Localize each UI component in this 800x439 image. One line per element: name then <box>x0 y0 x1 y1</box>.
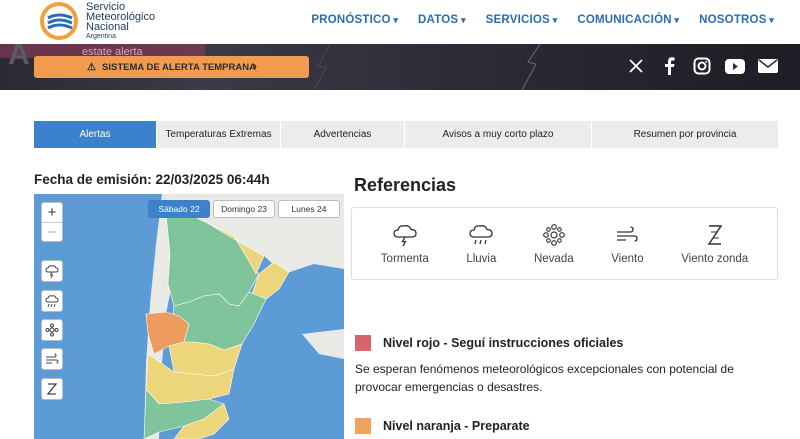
nav-pronostico[interactable]: PRONÓSTICO <box>311 14 398 26</box>
chevron-right-icon: › <box>253 59 257 73</box>
tab-advertencias[interactable]: Advertencias <box>281 121 405 148</box>
ref-lluvia-label: Lluvia <box>466 252 497 265</box>
viento-zonda-filter-icon[interactable] <box>41 378 63 400</box>
ref-viento-zonda: Viento zonda <box>681 223 748 265</box>
level-red-desc: Se esperan fenómenos meteorológicos exce… <box>355 362 734 394</box>
logo-text[interactable]: Servicio Meteorológico Nacional Argentin… <box>86 2 155 41</box>
level-red: Nivel rojo - Seguí instrucciones oficial… <box>355 335 623 351</box>
storm-icon <box>393 224 417 246</box>
ref-viento-zonda-label: Viento zonda <box>681 252 749 265</box>
snow-icon <box>542 223 565 246</box>
tab-avisos-corto-plazo[interactable]: Avisos a muy corto plazo <box>405 121 592 148</box>
day-domingo-button[interactable]: Domingo 23 <box>213 200 275 218</box>
zoom-in-button[interactable]: + <box>42 203 62 222</box>
day-lunes-button[interactable]: Lunes 24 <box>278 200 340 218</box>
ref-viento: Viento <box>611 223 644 265</box>
main-nav: PRONÓSTICO DATOS SERVICIOS COMUNICACIÓN … <box>311 14 774 26</box>
tab-resumen-provincia[interactable]: Resumen por provincia <box>592 121 778 148</box>
level-orange-title: Nivel naranja - Preparate <box>383 419 530 433</box>
early-warning-button[interactable]: ⚠ SISTEMA DE ALERTA TEMPRANA › <box>34 56 309 78</box>
ref-viento-label: Viento <box>611 252 644 265</box>
smn-logo[interactable] <box>40 2 80 40</box>
ref-tormenta-label: Tormenta <box>380 252 429 265</box>
ref-nevada: Nevada <box>534 223 574 265</box>
level-red-title: Nivel rojo - Seguí instrucciones oficial… <box>383 336 624 350</box>
alert-map[interactable]: + − Sábado 22 Domingo 23 Lunes 24 <box>34 194 344 439</box>
instagram-icon[interactable] <box>692 56 712 76</box>
nav-nosotros[interactable]: NOSOTROS <box>699 14 774 26</box>
hero-banner: A estate alerta ⚠ SISTEMA DE ALERTA TEMP… <box>0 44 800 90</box>
logo-line-3: Nacional <box>86 21 129 33</box>
nevada-filter-icon[interactable] <box>41 319 63 341</box>
level-orange: Nivel naranja - Preparate <box>355 418 530 434</box>
day-selector: Sábado 22 Domingo 23 Lunes 24 <box>148 200 340 218</box>
rain-icon <box>469 224 494 244</box>
nav-comunicacion[interactable]: COMUNICACIÓN <box>577 14 679 26</box>
nav-datos[interactable]: DATOS <box>418 14 466 26</box>
youtube-icon[interactable] <box>725 56 745 76</box>
ref-lluvia: Lluvia <box>466 223 496 265</box>
x-icon[interactable] <box>626 56 646 76</box>
level-orange-swatch <box>355 418 371 434</box>
ref-nevada-label: Nevada <box>533 252 574 265</box>
zoom-out-button[interactable]: − <box>42 222 62 241</box>
ref-tormenta: Tormenta <box>381 223 429 265</box>
wind-icon <box>617 225 639 242</box>
emission-date: Fecha de emisión: 22/03/2025 06:44h <box>34 172 270 187</box>
lluvia-filter-icon[interactable] <box>41 290 63 312</box>
level-red-swatch <box>355 335 371 351</box>
viento-filter-icon[interactable] <box>41 348 63 370</box>
warning-icon: ⚠ <box>87 61 97 73</box>
logo-country: Argentina <box>86 33 116 40</box>
early-warning-label: SISTEMA DE ALERTA TEMPRANA <box>102 61 256 73</box>
map-land <box>143 194 344 439</box>
day-sabado-button[interactable]: Sábado 22 <box>148 200 210 218</box>
facebook-icon[interactable] <box>659 56 679 76</box>
references-title: Referencias <box>354 175 457 195</box>
references-box: Tormenta Lluvia Nevada Viento Viento zon… <box>351 207 778 280</box>
alert-tabs: Alertas Temperaturas Extremas Advertenci… <box>34 121 778 148</box>
nav-servicios[interactable]: SERVICIOS <box>486 14 558 26</box>
email-icon[interactable] <box>758 56 778 76</box>
social-links <box>626 56 778 76</box>
site-header: Servicio Meteorológico Nacional Argentin… <box>0 0 800 44</box>
tormenta-filter-icon[interactable] <box>41 260 63 282</box>
tab-alertas[interactable]: Alertas <box>34 121 157 148</box>
zonda-wind-icon <box>707 224 723 245</box>
zoom-controls: + − <box>41 202 63 242</box>
tab-temperaturas-extremas[interactable]: Temperaturas Extremas <box>157 121 281 148</box>
